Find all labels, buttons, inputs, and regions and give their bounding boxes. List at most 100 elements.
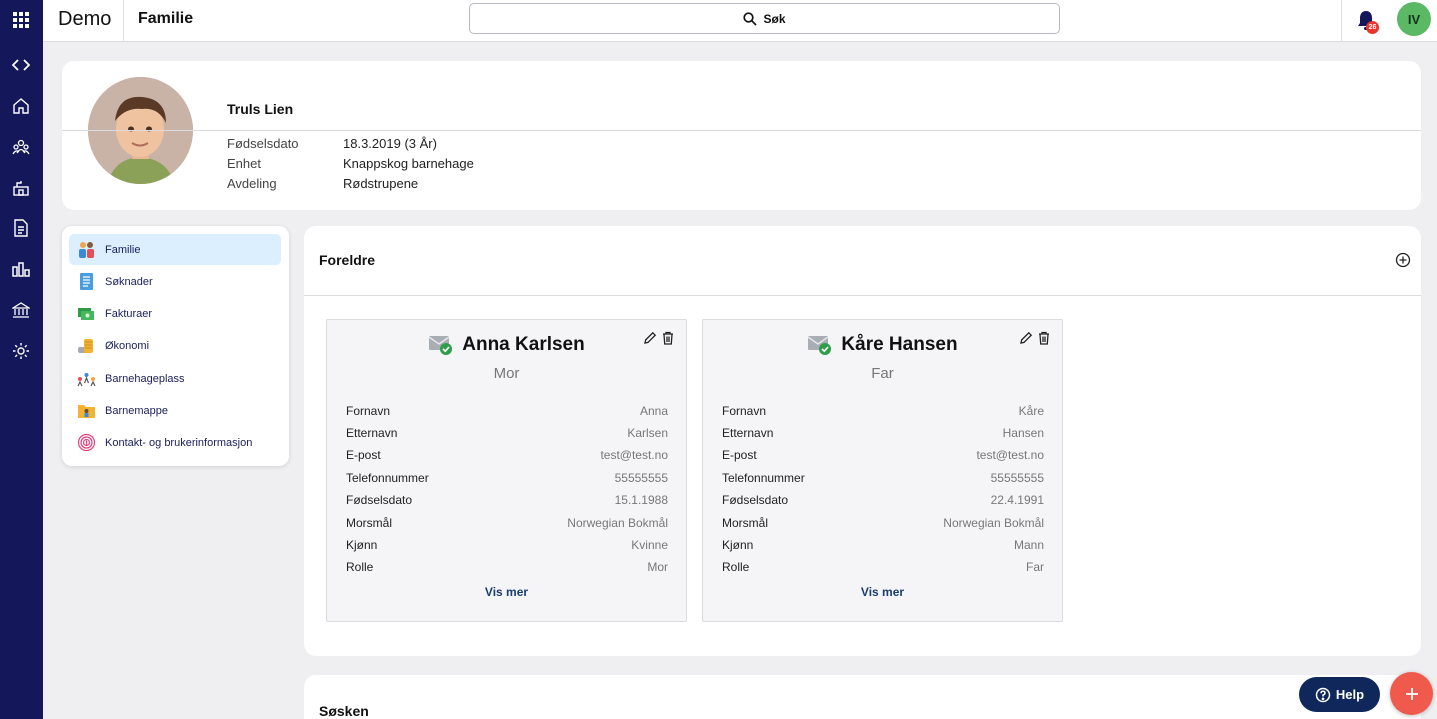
profile-row-value: 18.3.2019 (3 År) xyxy=(343,136,437,151)
building-icon[interactable] xyxy=(9,176,33,200)
document-icon[interactable] xyxy=(9,216,33,240)
verified-email-icon xyxy=(808,336,832,355)
show-more-link[interactable]: Vis mer xyxy=(703,585,1062,599)
field-label: Fødselsdato xyxy=(722,493,789,507)
field-row: Telefonnummer 55555555 xyxy=(346,471,668,485)
profile-row-label: Enhet xyxy=(227,156,261,171)
field-row: Fødselsdato 15.1.1988 xyxy=(346,493,668,507)
profile-row-value: Knappskog barnehage xyxy=(343,156,474,171)
field-value: Mann xyxy=(1013,538,1044,552)
menu-item-label: Økonomi xyxy=(105,339,150,352)
home-icon[interactable] xyxy=(9,94,33,118)
app-name[interactable]: Demo xyxy=(58,8,111,31)
menu-item-label: Søknader xyxy=(105,275,153,288)
field-row: Fødselsdato 22.4.1991 xyxy=(722,493,1044,507)
field-row: E-post test@test.no xyxy=(346,448,668,462)
field-label: Fornavn xyxy=(722,404,767,418)
menu-item-familie[interactable]: Familie xyxy=(69,234,281,265)
menu-item-kontakt[interactable]: Kontakt- og brukerinformasjon xyxy=(69,427,281,458)
field-label: E-post xyxy=(722,448,757,462)
field-row: E-post test@test.no xyxy=(722,448,1044,462)
field-label: Fødselsdato xyxy=(346,493,413,507)
search-icon xyxy=(743,11,758,26)
left-nav-rail xyxy=(0,0,43,719)
show-more-link[interactable]: Vis mer xyxy=(327,585,686,599)
field-label: Rolle xyxy=(346,560,374,574)
menu-item-label: Familie xyxy=(105,243,141,256)
field-label: E-post xyxy=(346,448,381,462)
field-row: Fornavn Anna xyxy=(346,404,668,418)
field-row: Kjønn Mann xyxy=(722,538,1044,552)
divider xyxy=(1341,0,1342,42)
menu-item-label: Barnehageplass xyxy=(105,372,185,385)
field-row: Morsmål Norwegian Bokmål xyxy=(722,516,1044,530)
code-toggle-icon[interactable] xyxy=(9,53,33,77)
field-row: Rolle Mor xyxy=(346,560,668,574)
bank-icon[interactable] xyxy=(9,298,33,322)
parent-name: Anna Karlsen xyxy=(462,334,585,355)
gear-icon[interactable] xyxy=(9,339,33,363)
field-row: Fornavn Kåre xyxy=(722,404,1044,418)
kindergarten-icon xyxy=(77,373,96,387)
menu-item-soknader[interactable]: Søknader xyxy=(69,266,281,297)
question-circle-icon xyxy=(1315,687,1331,702)
field-label: Fornavn xyxy=(346,404,391,418)
child-name: Truls Lien xyxy=(227,101,294,117)
menu-item-label: Fakturaer xyxy=(105,307,153,320)
menu-item-label: Barnemappe xyxy=(105,404,168,417)
profile-row: Fødselsdato 18.3.2019 (3 År) xyxy=(227,136,437,151)
field-value: Kåre xyxy=(1018,404,1044,418)
parent-role: Mor xyxy=(493,365,520,382)
notification-badge: 26 xyxy=(1366,21,1379,34)
field-value: 22.4.1991 xyxy=(990,493,1044,507)
profile-row-label: Avdeling xyxy=(227,176,277,191)
field-value: Anna xyxy=(639,404,668,418)
apps-grid-icon[interactable] xyxy=(9,8,33,32)
child-folder-icon xyxy=(78,405,95,418)
add-circle-icon[interactable] xyxy=(1395,252,1411,268)
field-label: Kjønn xyxy=(346,538,378,552)
menu-item-barnemappe[interactable]: Barnemappe xyxy=(69,395,281,426)
field-label: Telefonnummer xyxy=(722,471,805,485)
profile-row: Enhet Knappskog barnehage xyxy=(227,156,474,171)
field-label: Morsmål xyxy=(346,516,393,530)
menu-item-barnehageplass[interactable]: Barnehageplass xyxy=(69,363,281,394)
field-label: Etternavn xyxy=(722,426,774,440)
child-profile-card: Truls Lien Fødselsdato 18.3.2019 (3 År) … xyxy=(62,61,1421,210)
field-row: Telefonnummer 55555555 xyxy=(722,471,1044,485)
menu-item-okonomi[interactable]: Økonomi xyxy=(69,330,281,361)
field-value: Norwegian Bokmål xyxy=(943,516,1044,530)
divider xyxy=(62,130,1421,131)
field-label: Rolle xyxy=(722,560,750,574)
user-avatar[interactable]: IV xyxy=(1397,2,1431,36)
field-value: 55555555 xyxy=(614,471,668,485)
menu-item-label: Kontakt- og brukerinformasjon xyxy=(105,436,253,449)
field-value: Hansen xyxy=(1002,426,1044,440)
field-value: Kvinne xyxy=(631,538,668,552)
field-value: Norwegian Bokmål xyxy=(567,516,668,530)
fingerprint-icon xyxy=(77,433,96,452)
bar-chart-icon[interactable] xyxy=(9,257,33,281)
parent-heading: Anna Karlsen xyxy=(327,334,686,356)
search-bar[interactable]: Søk xyxy=(469,3,1060,34)
page-title: Familie xyxy=(138,10,194,27)
parents-panel: Foreldre Anna Karlsen Mor Fornavn Anna Et… xyxy=(304,226,1421,656)
child-section-menu: Familie Søknader Fakturaer Økonomi Barne… xyxy=(62,226,289,466)
siblings-panel: Søsken xyxy=(304,675,1421,719)
field-label: Kjønn xyxy=(722,538,754,552)
field-value: 15.1.1988 xyxy=(614,493,668,507)
menu-item-fakturaer[interactable]: Fakturaer xyxy=(69,298,281,329)
verified-email-icon xyxy=(428,336,453,355)
help-label: Help xyxy=(1335,687,1365,702)
help-button[interactable]: Help xyxy=(1299,677,1380,712)
coins-icon xyxy=(78,339,93,353)
groups-icon[interactable] xyxy=(9,135,33,159)
parent-role: Far xyxy=(871,365,894,382)
field-value: test@test.no xyxy=(976,448,1044,462)
invoice-icon xyxy=(78,308,94,320)
divider xyxy=(123,0,124,42)
parent-card: Kåre Hansen Far Fornavn Kåre Etternavn Han… xyxy=(702,319,1063,622)
add-fab-button[interactable] xyxy=(1390,672,1433,715)
parent-heading: Kåre Hansen xyxy=(703,334,1062,356)
field-row: Etternavn Hansen xyxy=(722,426,1044,440)
